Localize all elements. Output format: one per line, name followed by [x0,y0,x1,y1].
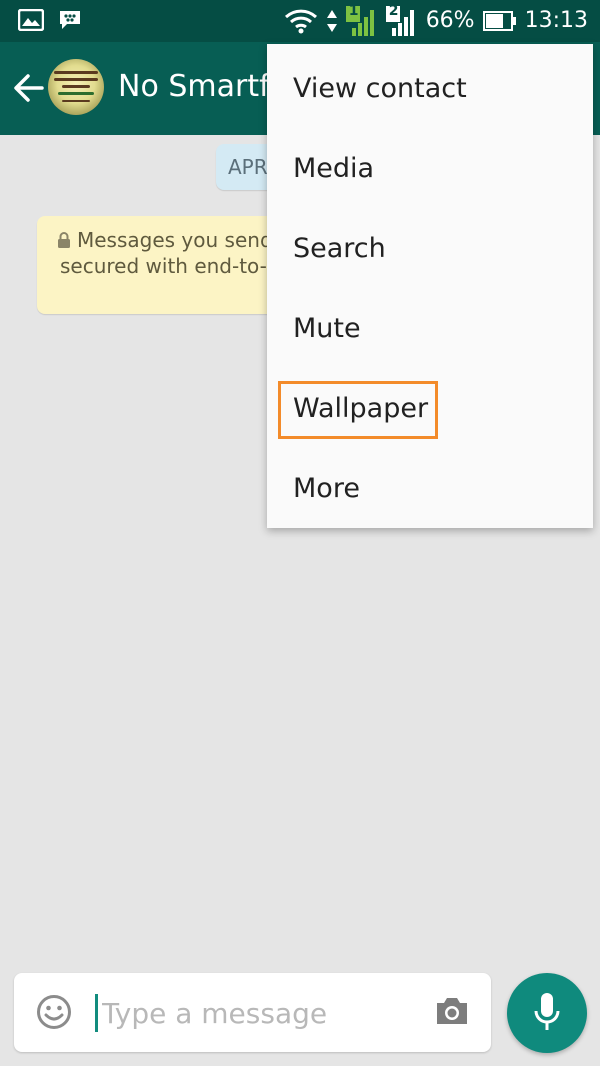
menu-item-wallpaper-label: Wallpaper [293,393,429,424]
menu-item-more[interactable]: More [267,449,593,529]
bbm-icon [60,11,80,29]
message-composer [14,973,491,1052]
contact-name[interactable]: No Smartfr [118,69,282,104]
voice-record-button[interactable] [507,973,587,1053]
data-arrows-icon [326,10,337,32]
notification-icons [18,9,82,31]
text-cursor [95,994,98,1032]
battery-percent: 66% [425,8,475,33]
menu-item-view-contact[interactable]: View contact [267,49,593,129]
emoji-icon[interactable] [36,994,72,1030]
battery-icon [482,11,516,31]
menu-item-wallpaper[interactable]: Wallpaper [267,369,593,449]
system-status: 1 2 66% 13:13 [284,3,588,36]
menu-item-media[interactable]: Media [267,129,593,209]
lock-icon [58,232,70,248]
avatar[interactable] [48,59,104,115]
status-bar: 1 2 66% 13:13 [0,0,600,42]
encryption-text-line1: Messages you send [77,228,273,252]
microphone-icon [534,993,560,1030]
signal-sim1-icon: 1 [345,3,378,36]
wifi-icon [284,9,317,34]
sim2-label: 2 [388,3,399,19]
menu-item-mute[interactable]: Mute [267,289,593,369]
sim1-label: 1 [348,3,359,19]
camera-icon[interactable] [434,995,470,1027]
encryption-text-line2: secured with end-to-e [60,254,280,278]
clock: 13:13 [524,8,588,33]
overflow-menu: View contact Media Search Mute Wallpaper… [267,44,593,528]
menu-item-search[interactable]: Search [267,209,593,289]
gallery-icon [18,9,44,31]
message-input[interactable] [102,991,412,1035]
back-arrow-icon[interactable] [12,70,46,106]
signal-sim2-icon: 2 [385,3,418,36]
